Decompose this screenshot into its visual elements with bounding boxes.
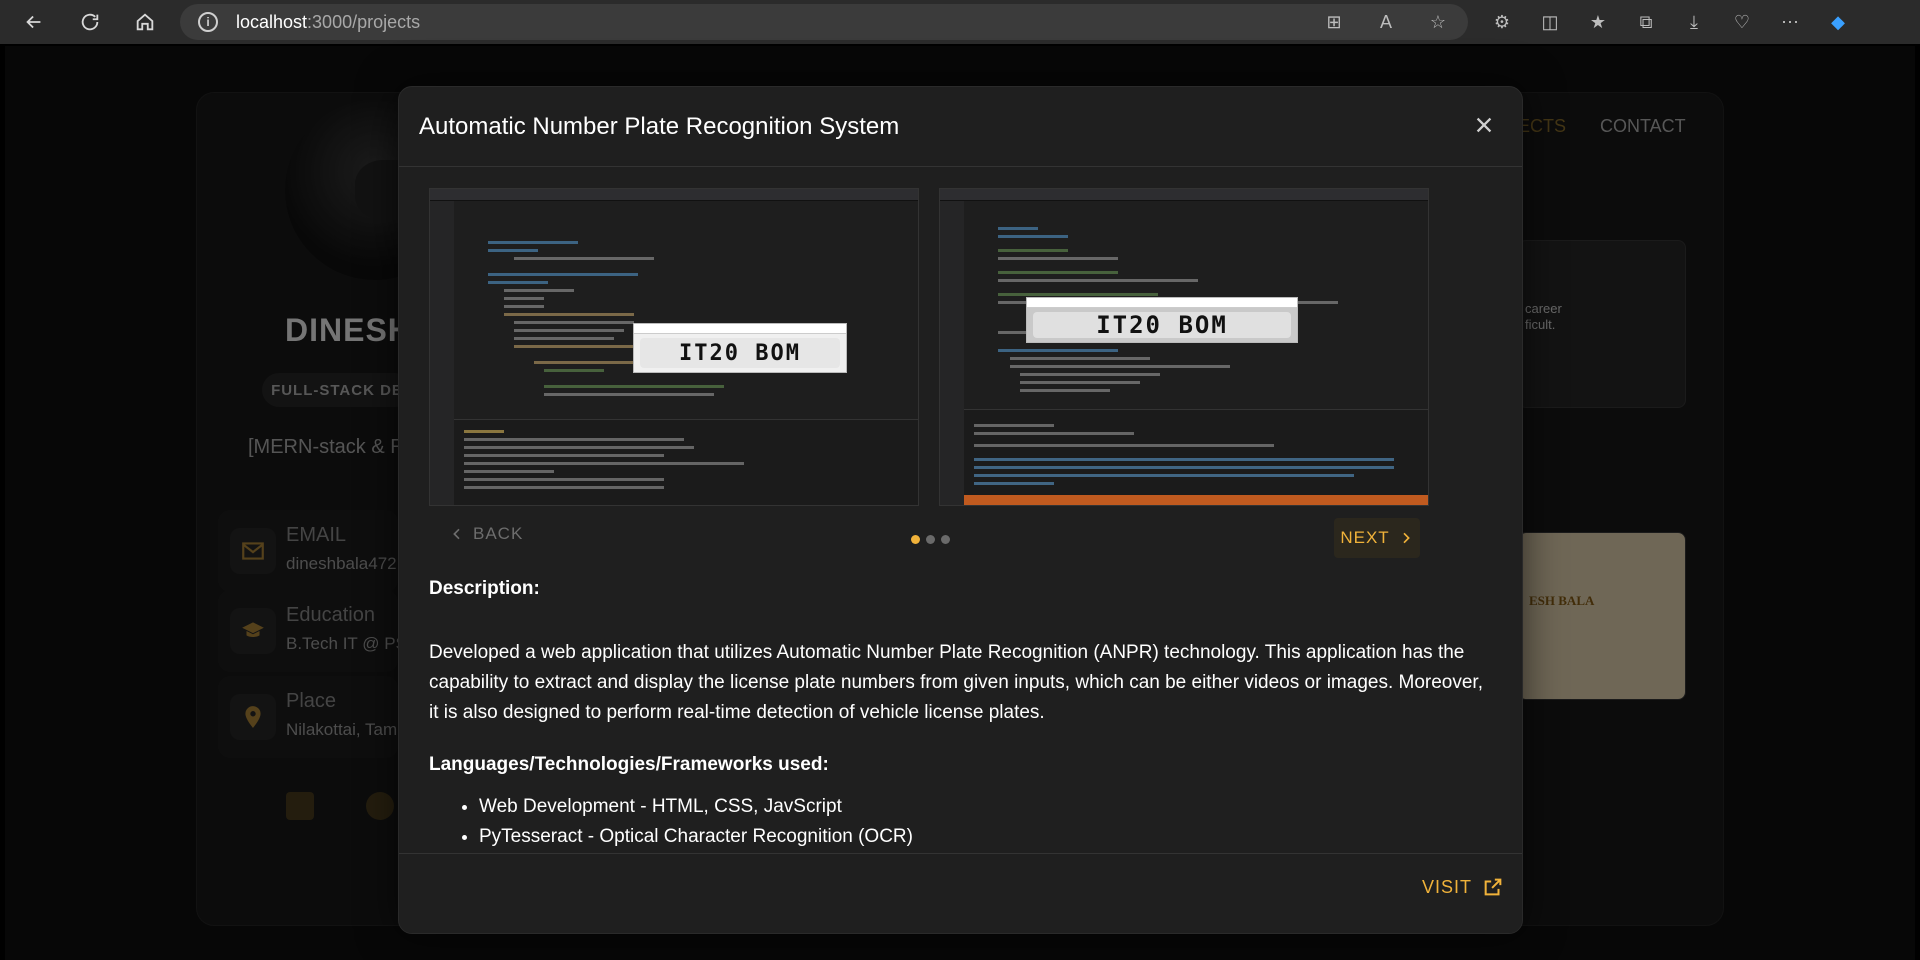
visit-button[interactable]: VISIT (1422, 876, 1504, 898)
favorites-icon[interactable]: ★ (1586, 10, 1610, 34)
carousel-dot[interactable] (911, 535, 920, 544)
project-modal: Automatic Number Plate Recognition Syste… (398, 86, 1523, 934)
modal-footer: VISIT (399, 853, 1522, 933)
plate-text: IT20 BOM (640, 338, 840, 368)
modal-body[interactable]: IT20 BOM IT20 BOM BACK NEXT Description:… (399, 168, 1522, 854)
visit-label: VISIT (1421, 876, 1472, 897)
browser-essentials-icon[interactable]: ♡ (1730, 10, 1754, 34)
carousel-dot[interactable] (941, 535, 950, 544)
description-heading: Description: (429, 578, 540, 599)
back-arrow-icon[interactable] (16, 4, 52, 40)
address-bar[interactable]: i localhost :3000/projects ⊞ A ☆ (180, 4, 1468, 40)
carousel-dots (911, 535, 950, 544)
technologies-list: Web Development - HTML, CSS, JavScript P… (479, 792, 1489, 852)
extensions-icon[interactable]: ⚙ (1490, 10, 1514, 34)
split-screen-icon[interactable]: ◫ (1538, 10, 1562, 34)
favorite-star-icon[interactable]: ☆ (1426, 10, 1450, 34)
chevron-left-icon (453, 528, 460, 540)
read-aloud-icon[interactable]: A (1374, 10, 1398, 34)
plate-crop-window: IT20 BOM (633, 323, 847, 373)
collections-icon[interactable]: ⧉ (1634, 10, 1658, 34)
project-screenshot: IT20 BOM (939, 188, 1429, 506)
project-details: Description: Developed a web application… (429, 578, 1489, 852)
modal-title: Automatic Number Plate Recognition Syste… (419, 113, 900, 140)
chevron-right-icon (1403, 532, 1410, 544)
technologies-heading: Languages/Technologies/Frameworks used: (429, 754, 829, 775)
more-menu-icon[interactable]: ⋯ (1778, 10, 1802, 34)
list-item: Web Development - HTML, CSS, JavScript (479, 792, 1489, 822)
copilot-icon[interactable]: ◆ (1826, 10, 1850, 34)
plate-text: IT20 BOM (1033, 311, 1291, 339)
external-link-icon (1484, 878, 1502, 896)
list-item: PyTesseract - Optical Character Recognit… (479, 822, 1489, 852)
modal-header: Automatic Number Plate Recognition Syste… (399, 87, 1522, 167)
back-label: BACK (473, 524, 524, 543)
carousel-dot[interactable] (926, 535, 935, 544)
site-info-icon[interactable]: i (198, 12, 218, 32)
carousel-next-button[interactable]: NEXT (1334, 518, 1420, 558)
browser-toolbar: i localhost :3000/projects ⊞ A ☆ ⚙ ◫ ★ ⧉… (0, 0, 1920, 44)
refresh-icon[interactable] (72, 4, 108, 40)
description-text: Developed a web application that utilize… (429, 642, 1483, 723)
url-path: :3000/projects (307, 11, 421, 32)
home-icon[interactable] (127, 4, 163, 40)
plate-crop-window: IT20 BOM (1026, 297, 1298, 343)
app-install-icon[interactable]: ⊞ (1322, 10, 1346, 34)
close-button[interactable] (1468, 109, 1500, 141)
downloads-icon[interactable]: ⤓ (1682, 10, 1706, 34)
close-icon (1476, 117, 1492, 133)
carousel-back-button[interactable]: BACK (449, 524, 523, 544)
project-screenshot: IT20 BOM (429, 188, 919, 506)
carousel-controls: BACK NEXT (399, 518, 1522, 562)
url-host: localhost (236, 11, 308, 32)
next-label: NEXT (1340, 528, 1390, 547)
